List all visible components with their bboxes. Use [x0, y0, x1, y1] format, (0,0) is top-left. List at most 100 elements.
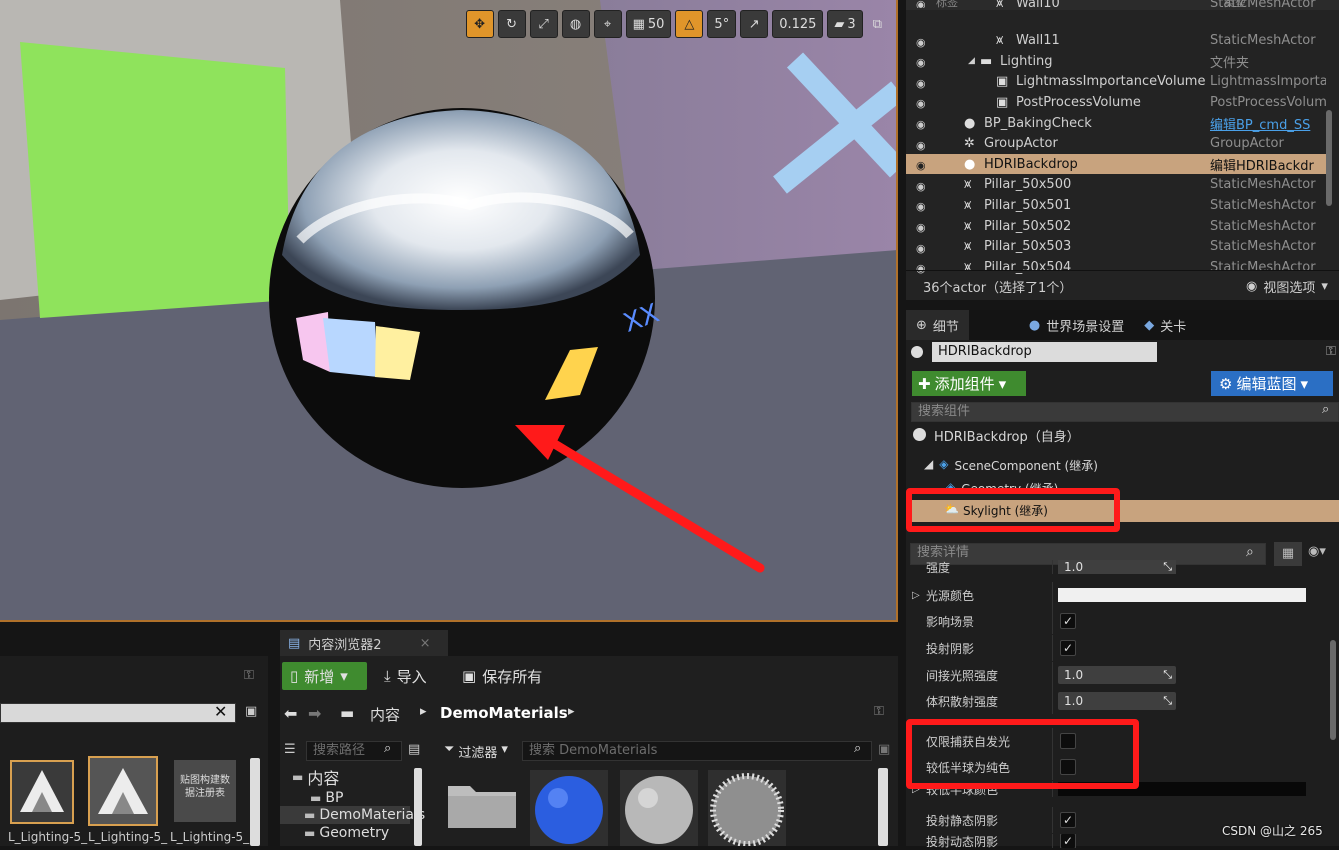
folder-tree-item[interactable]: ▬ Geometry — [280, 824, 410, 842]
eye-icon[interactable]: ◉ — [916, 56, 930, 69]
left-search-input[interactable] — [0, 703, 236, 723]
component-scene[interactable]: ◢ ◈ SceneComponent (继承) — [924, 457, 1098, 474]
details-scrollbar[interactable] — [1330, 640, 1336, 740]
eye-icon[interactable]: ◉ — [916, 97, 930, 110]
surface-snap-button[interactable]: ⌖ — [593, 10, 622, 38]
outliner-row[interactable]: ◉ ⩙ Pillar_50x501 StaticMeshActor — [906, 195, 1326, 215]
translate-tool-button[interactable]: ✥ — [465, 10, 494, 38]
tab-world-settings[interactable]: ● 世界场景设置 — [1019, 310, 1134, 340]
outliner-row-name: Lighting — [1000, 53, 1053, 69]
property-label: 投射静态阴影 — [926, 813, 999, 828]
asset-noise-texture[interactable] — [708, 770, 786, 847]
search-components-input[interactable]: 搜索组件 — [911, 402, 1339, 422]
breadcrumb-root[interactable]: 内容 — [370, 704, 400, 725]
outliner-scrollbar[interactable] — [1326, 110, 1332, 206]
property-number-field[interactable]: 1.0 ⤡ — [1058, 666, 1176, 684]
grid-snap-button[interactable]: ▦ 50 — [625, 10, 672, 38]
add-new-button[interactable]: ▯ 新增 ▾ — [282, 662, 367, 690]
outliner-row[interactable]: ◉ ⩙ Wall11 StaticMeshActor — [906, 31, 1326, 51]
save-icon[interactable]: ▣ — [245, 704, 257, 719]
eye-icon[interactable]: ◉ — [916, 0, 930, 8]
outliner-row[interactable]: ◉ ⩙ Pillar_50x504 StaticMeshActor — [906, 257, 1326, 277]
actor-name-field[interactable]: HDRIBackdrop — [932, 342, 1157, 362]
triangle-down-icon[interactable]: ◢ — [968, 56, 975, 66]
outliner-row[interactable]: ◉ ◢ ▬ Lighting 文件夹 — [906, 51, 1326, 71]
view-options-button[interactable]: ◉ 视图选项 ▾ — [1246, 277, 1328, 296]
left-scrollbar[interactable] — [250, 758, 260, 846]
edit-blueprint-button[interactable]: ⚙ 编辑蓝图 ▾ — [1211, 371, 1333, 396]
back-arrow-icon[interactable]: ⬅ — [284, 704, 297, 723]
sphere-icon — [913, 428, 926, 441]
lock-icon[interactable]: ⚿ — [874, 704, 884, 719]
rotation-snap-value[interactable]: 5° — [707, 10, 737, 38]
rotation-snap-button[interactable]: △ — [675, 10, 704, 38]
sources-toggle-icon[interactable]: ☰ — [284, 742, 296, 757]
scale-snap-value[interactable]: 0.125 — [772, 10, 824, 38]
assets-scrollbar[interactable] — [878, 768, 888, 846]
breadcrumb-current[interactable]: DemoMaterials — [440, 704, 568, 722]
outliner-row-type[interactable]: 编辑BP_cmd_SS — [1210, 114, 1310, 133]
asset-blue-material[interactable] — [530, 770, 608, 846]
asset-thumb-3[interactable]: 贴图构建数据注册表 — [174, 760, 236, 822]
eye-icon[interactable]: ◉ — [916, 159, 930, 172]
level-viewport[interactable]: XX ✥ ↻ ⤢ ◍ ⌖ ▦ 50 △ 5° ↗ 0.125 ▰ 3 ⧉ — [0, 0, 898, 622]
close-icon[interactable]: × — [420, 636, 431, 651]
eye-icon[interactable]: ◉ — [916, 118, 930, 131]
import-button[interactable]: ⤓ 导入 — [376, 662, 435, 690]
property-number-field[interactable]: 1.0 ⤡ — [1058, 692, 1176, 710]
outliner-row[interactable]: ◉ ⩙ Wall10 StaticMeshActor — [906, 0, 1326, 8]
eye-icon[interactable]: ◉ — [916, 242, 930, 255]
outliner-row[interactable]: ◉ ⩙ Pillar_50x503 StaticMeshActor — [906, 237, 1326, 257]
search-assets-input[interactable]: 搜索 DemoMaterials — [522, 741, 872, 761]
outliner-row[interactable]: ◉ ⩙ Pillar_50x502 StaticMeshActor — [906, 216, 1326, 236]
outliner-row[interactable]: ◉ ⩙ Pillar_50x500 StaticMeshActor — [906, 175, 1326, 195]
visibility-eye-icon[interactable]: ◉▾ — [1308, 544, 1326, 559]
property-checkbox[interactable]: ✓ — [1060, 613, 1076, 629]
outliner-row[interactable]: ◉ ▣ LightmassImportanceVolume LightmassImpo… — [906, 72, 1326, 92]
maximize-viewport-icon[interactable]: ⧉ — [867, 10, 888, 38]
outliner-row[interactable]: ◉ ● HDRIBackdrop 编辑HDRIBackdr — [906, 154, 1326, 175]
eye-icon[interactable]: ◉ — [916, 221, 930, 234]
scale-tool-button[interactable]: ⤢ — [529, 10, 558, 38]
forward-arrow-icon[interactable]: ➡ — [308, 704, 321, 723]
folder-tree-item[interactable]: ▬ DemoMaterials — [280, 806, 425, 824]
self-component[interactable]: HDRIBackdrop（自身） — [934, 426, 1080, 445]
save-all-button[interactable]: ▣ 保存所有 — [454, 662, 550, 690]
rotate-tool-button[interactable]: ↻ — [497, 10, 526, 38]
clear-icon[interactable]: ✕ — [214, 702, 227, 721]
asset-thumb-2[interactable] — [88, 756, 158, 826]
outliner-row[interactable]: ◉ ● BP_BakingCheck 编辑BP_cmd_SS — [906, 113, 1326, 133]
lock-icon[interactable]: ⚿ — [244, 668, 254, 683]
tab-levels[interactable]: ◆ 关卡 — [1134, 310, 1196, 340]
asset-folder[interactable] — [444, 776, 520, 832]
eye-icon[interactable]: ◉ — [916, 200, 930, 213]
property-color-swatch[interactable] — [1058, 588, 1306, 602]
tab-content-browser-label: 内容浏览器2 — [308, 637, 382, 653]
asset-thumb-1[interactable] — [10, 760, 74, 824]
outliner-row[interactable]: ◉ ✲ GroupActor GroupActor — [906, 134, 1326, 154]
world-space-button[interactable]: ◍ — [561, 10, 590, 38]
eye-icon[interactable]: ◉ — [916, 180, 930, 193]
filters-button[interactable]: ⏷ 过滤器 ▾ — [444, 742, 508, 761]
eye-icon[interactable]: ◉ — [916, 36, 930, 49]
view-list-icon[interactable]: ▤ — [408, 742, 420, 757]
property-checkbox[interactable]: ✓ — [1060, 812, 1076, 828]
outliner-row[interactable]: ◉ ▣ PostProcessVolume PostProcessVolum — [906, 92, 1326, 112]
asset-grey-material[interactable] — [620, 770, 698, 846]
tab-content-browser[interactable]: ▤ 内容浏览器2 × — [280, 630, 448, 656]
property-checkbox[interactable]: ✓ — [1060, 640, 1076, 656]
lock-icon[interactable]: ⚿ — [1326, 344, 1336, 359]
folder-tree-item[interactable]: ▬ 内容 — [280, 768, 410, 788]
eye-icon[interactable]: ◉ — [916, 139, 930, 152]
camera-speed-button[interactable]: ▰ 3 — [827, 10, 863, 38]
folder-tree-item[interactable]: ▬ BP — [280, 789, 410, 807]
tab-details[interactable]: ⊕ 细节 — [906, 310, 969, 340]
save-search-icon[interactable]: ▣ — [878, 742, 890, 757]
property-number-field[interactable]: 1.0 ⤡ — [1058, 560, 1176, 574]
expand-arrow-icon[interactable]: ▷ — [912, 590, 920, 601]
folder-icon: ▬ — [304, 808, 316, 822]
scale-snap-button[interactable]: ↗ — [740, 10, 769, 38]
eye-icon[interactable]: ◉ — [916, 77, 930, 90]
add-component-button[interactable]: ✚ 添加组件 ▾ — [912, 371, 1026, 396]
tree-scrollbar[interactable] — [414, 768, 422, 846]
